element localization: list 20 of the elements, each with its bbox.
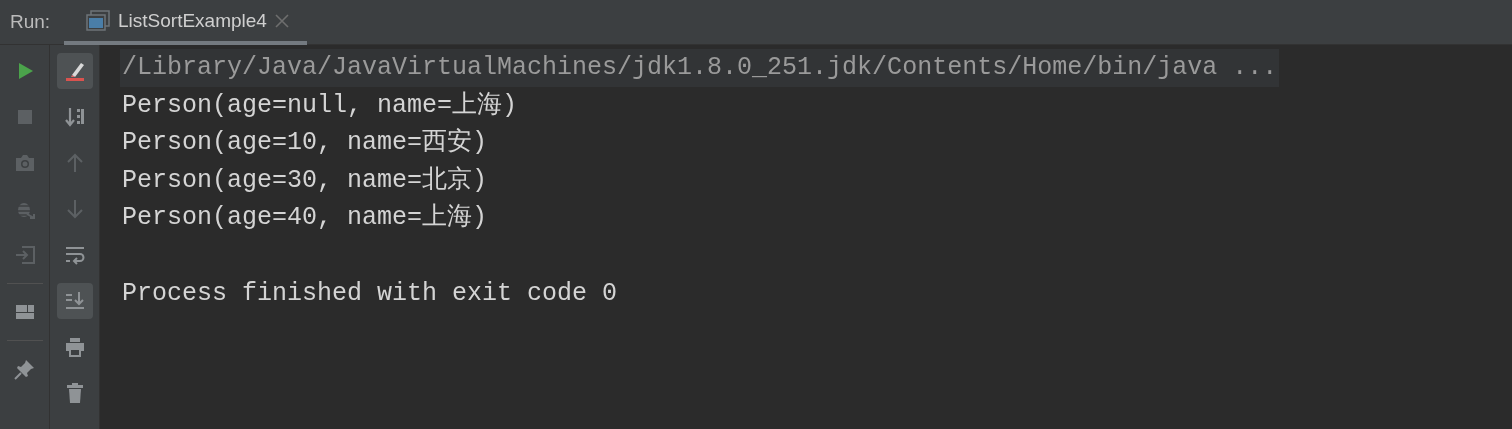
output-line: Person(age=40, name=上海) bbox=[122, 202, 488, 235]
sort-icon bbox=[63, 106, 86, 128]
wrap-icon bbox=[63, 244, 86, 266]
run-label: Run: bbox=[9, 11, 52, 33]
scroll-to-end-button[interactable] bbox=[56, 283, 93, 319]
clear-button[interactable] bbox=[56, 53, 93, 89]
window-icon bbox=[86, 9, 110, 32]
exit-message: Process finished with exit code 0 bbox=[122, 277, 618, 310]
eraser-icon bbox=[63, 60, 86, 82]
pin-icon bbox=[13, 358, 36, 380]
scroll-to-end-icon bbox=[63, 290, 86, 312]
enter-icon bbox=[13, 244, 36, 266]
camera-icon bbox=[13, 152, 36, 174]
tab-title: ListSortExample4 bbox=[118, 9, 267, 32]
run-tab[interactable]: ListSortExample4 bbox=[64, 0, 307, 45]
output-line: Person(age=10, name=西安) bbox=[122, 127, 488, 160]
output-line: Person(age=null, name=上海) bbox=[122, 89, 518, 122]
close-icon[interactable] bbox=[274, 13, 289, 28]
printer-icon bbox=[63, 336, 86, 358]
output-line: Person(age=30, name=北京) bbox=[122, 164, 488, 197]
